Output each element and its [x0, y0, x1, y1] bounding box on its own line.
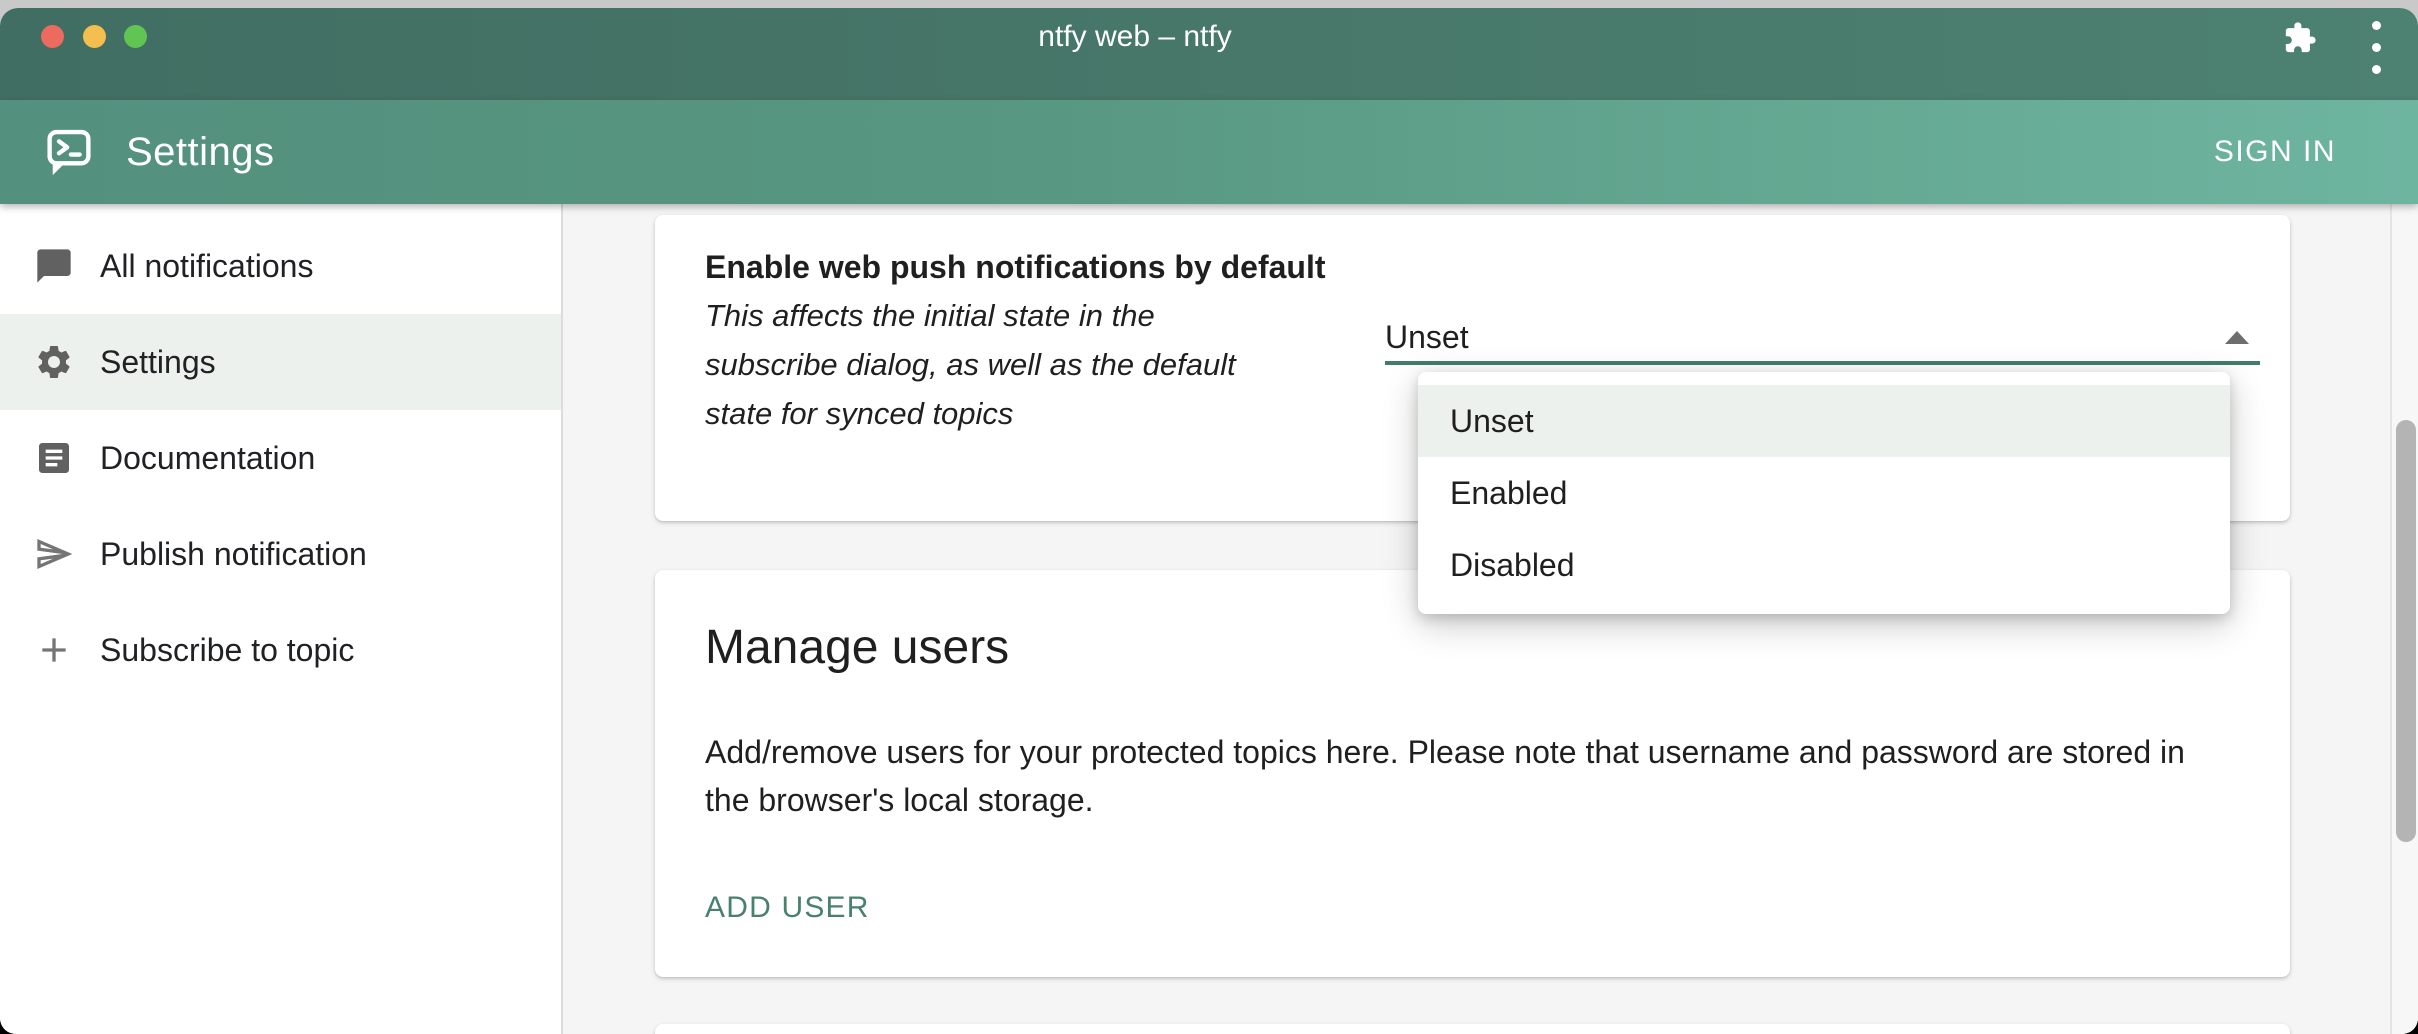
manage-users-title: Manage users	[705, 620, 1009, 676]
manage-users-description: Add/remove users for your protected topi…	[705, 728, 2267, 824]
sidebar-item-label: Settings	[100, 344, 216, 381]
sidebar-item-label: Subscribe to topic	[100, 632, 354, 669]
scrollbar[interactable]	[2390, 204, 2418, 1034]
browser-menu-icon[interactable]	[2372, 21, 2381, 74]
sidebar-item-label: Publish notification	[100, 536, 367, 573]
sidebar-item-settings[interactable]: Settings	[0, 314, 561, 410]
chat-icon	[34, 246, 74, 286]
article-icon	[34, 438, 74, 478]
next-card-partial	[655, 1024, 2290, 1034]
sidebar-item-all-notifications[interactable]: All notifications	[0, 218, 561, 314]
sidebar-item-subscribe-to-topic[interactable]: Subscribe to topic	[0, 602, 561, 698]
plus-icon	[34, 630, 74, 670]
web-push-pref-title: Enable web push notifications by default	[705, 245, 1326, 289]
app-bar: Settings SIGN IN	[0, 100, 2418, 204]
ntfy-logo-icon	[44, 127, 94, 177]
settings-page: Enable web push notifications by default…	[563, 204, 2418, 1034]
web-push-select[interactable]	[1385, 301, 2260, 365]
send-icon	[34, 534, 74, 574]
sidebar-item-label: All notifications	[100, 248, 313, 285]
window-titlebar: ntfy web – ntfy	[0, 8, 2418, 100]
menu-item-unset[interactable]: Unset	[1418, 385, 2230, 457]
main-area: All notifications Settings Documentation…	[0, 204, 2418, 1034]
sidebar-item-label: Documentation	[100, 440, 315, 477]
manage-users-card: Manage users Add/remove users for your p…	[655, 570, 2290, 977]
menu-item-enabled[interactable]: Enabled	[1418, 457, 2230, 529]
sign-in-button[interactable]: SIGN IN	[2198, 125, 2352, 179]
select-dropdown-menu: Unset Enabled Disabled	[1418, 372, 2230, 614]
window-title: ntfy web – ntfy	[0, 19, 2270, 55]
sidebar-item-publish-notification[interactable]: Publish notification	[0, 506, 561, 602]
sidebar: All notifications Settings Documentation…	[0, 204, 563, 1034]
gear-icon	[34, 342, 74, 382]
page-title: Settings	[126, 130, 275, 175]
add-user-button[interactable]: ADD USER	[705, 890, 870, 926]
app-window: ntfy web – ntfy Settings SIGN IN All not…	[0, 8, 2418, 1034]
extensions-puzzle-icon[interactable]	[2283, 21, 2317, 55]
web-push-select-value: Unset	[1385, 315, 1469, 359]
web-push-pref-description: This affects the initial state in the su…	[705, 291, 1365, 438]
sidebar-item-documentation[interactable]: Documentation	[0, 410, 561, 506]
select-underline	[1385, 361, 2260, 365]
scrollbar-thumb[interactable]	[2396, 420, 2416, 842]
chevron-up-icon	[2225, 331, 2249, 344]
menu-item-disabled[interactable]: Disabled	[1418, 529, 2230, 601]
